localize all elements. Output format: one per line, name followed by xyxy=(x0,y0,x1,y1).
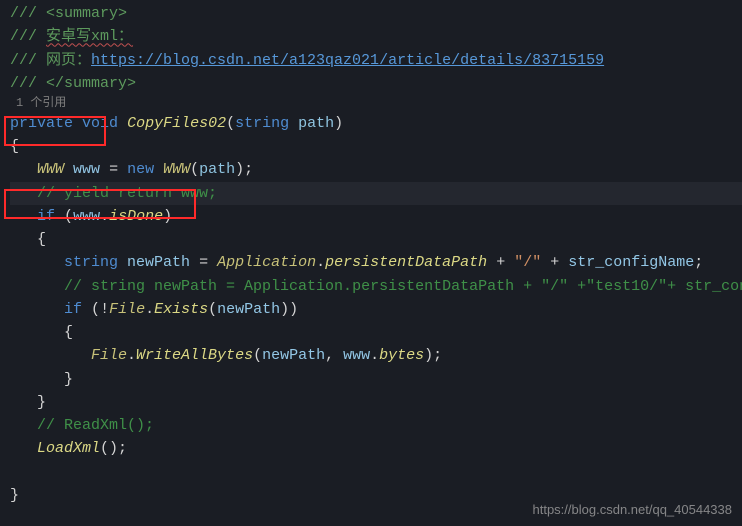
doc-summary-close: /// </summary> xyxy=(10,75,136,92)
comment-newpath-alt: // string newPath = Application.persiste… xyxy=(64,278,742,295)
param-name: path xyxy=(298,115,334,132)
code-block: /// <summary> /// 安卓写xml： /// 网页：https:/… xyxy=(0,0,742,507)
kw-string: string xyxy=(64,254,118,271)
op-not: ! xyxy=(100,301,109,318)
prop-persistentdatapath: persistentDataPath xyxy=(325,254,487,271)
class-file: File xyxy=(109,301,145,318)
call-loadxml: LoadXml xyxy=(37,440,100,457)
doc-android-prefix: /// xyxy=(10,28,46,45)
codelens-references[interactable]: 1 个引用 xyxy=(10,95,742,112)
var-strconfigname: str_configName xyxy=(568,254,694,271)
doc-android-text: 安卓写xml： xyxy=(46,28,133,45)
prop-isdone: isDone xyxy=(109,208,163,225)
var-newpath: newPath xyxy=(127,254,190,271)
brace-open: { xyxy=(10,138,19,155)
method-signature: private void CopyFiles02(string path) xyxy=(10,112,742,135)
doc-url-prefix: /// 网页： xyxy=(10,52,91,69)
brace-close: } xyxy=(10,487,19,504)
var-www: www xyxy=(73,161,100,178)
method-writeallbytes: WriteAllBytes xyxy=(136,347,253,364)
doc-summary-open: /// <summary> xyxy=(10,5,127,22)
method-exists: Exists xyxy=(154,301,208,318)
comment-readxml: // ReadXml(); xyxy=(37,417,154,434)
kw-private: private xyxy=(10,115,73,132)
kw-void: void xyxy=(82,115,118,132)
doc-url-link[interactable]: https://blog.csdn.net/a123qaz021/article… xyxy=(91,52,604,69)
type-www: WWW xyxy=(37,161,64,178)
highlighted-line: // yield return www; xyxy=(10,182,742,205)
param-type: string xyxy=(235,115,289,132)
prop-bytes: bytes xyxy=(379,347,424,364)
arg-path: path xyxy=(199,161,235,178)
str-slash: "/" xyxy=(514,254,541,271)
comment-yield-return: // yield return www; xyxy=(37,185,217,202)
method-name: CopyFiles02 xyxy=(127,115,226,132)
kw-if: if xyxy=(37,208,55,225)
ctor-www: WWW xyxy=(163,161,190,178)
class-application: Application xyxy=(217,254,316,271)
kw-new: new xyxy=(127,161,154,178)
watermark-text: https://blog.csdn.net/qq_40544338 xyxy=(533,500,733,520)
